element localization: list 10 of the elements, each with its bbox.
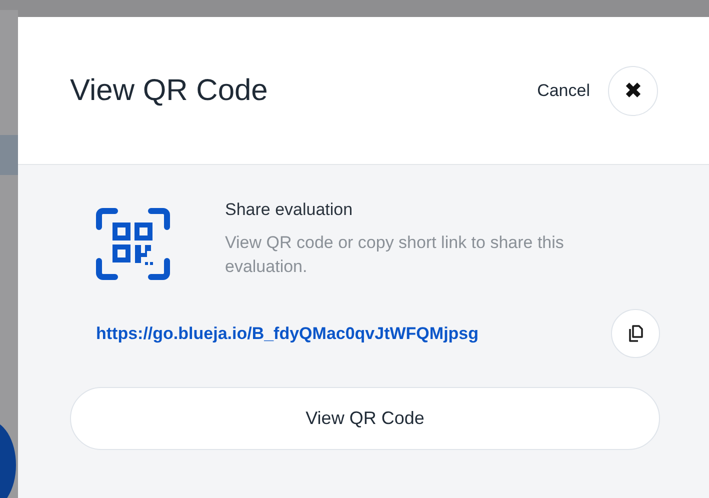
close-button[interactable]: ✖	[608, 66, 658, 116]
cancel-button[interactable]: Cancel	[537, 78, 590, 104]
copy-icon	[628, 325, 643, 342]
dialog-title: View QR Code	[70, 72, 269, 108]
share-heading: Share evaluation	[225, 199, 354, 221]
short-link[interactable]: https://go.blueja.io/B_fdyQMac0qvJtWFQMjpsg	[96, 320, 479, 346]
qr-code-icon	[95, 207, 171, 281]
copy-button[interactable]	[611, 309, 660, 358]
view-qr-code-button[interactable]: View QR Code	[70, 387, 660, 450]
share-description: View QR code or copy short link to share this evaluation.	[225, 232, 565, 278]
